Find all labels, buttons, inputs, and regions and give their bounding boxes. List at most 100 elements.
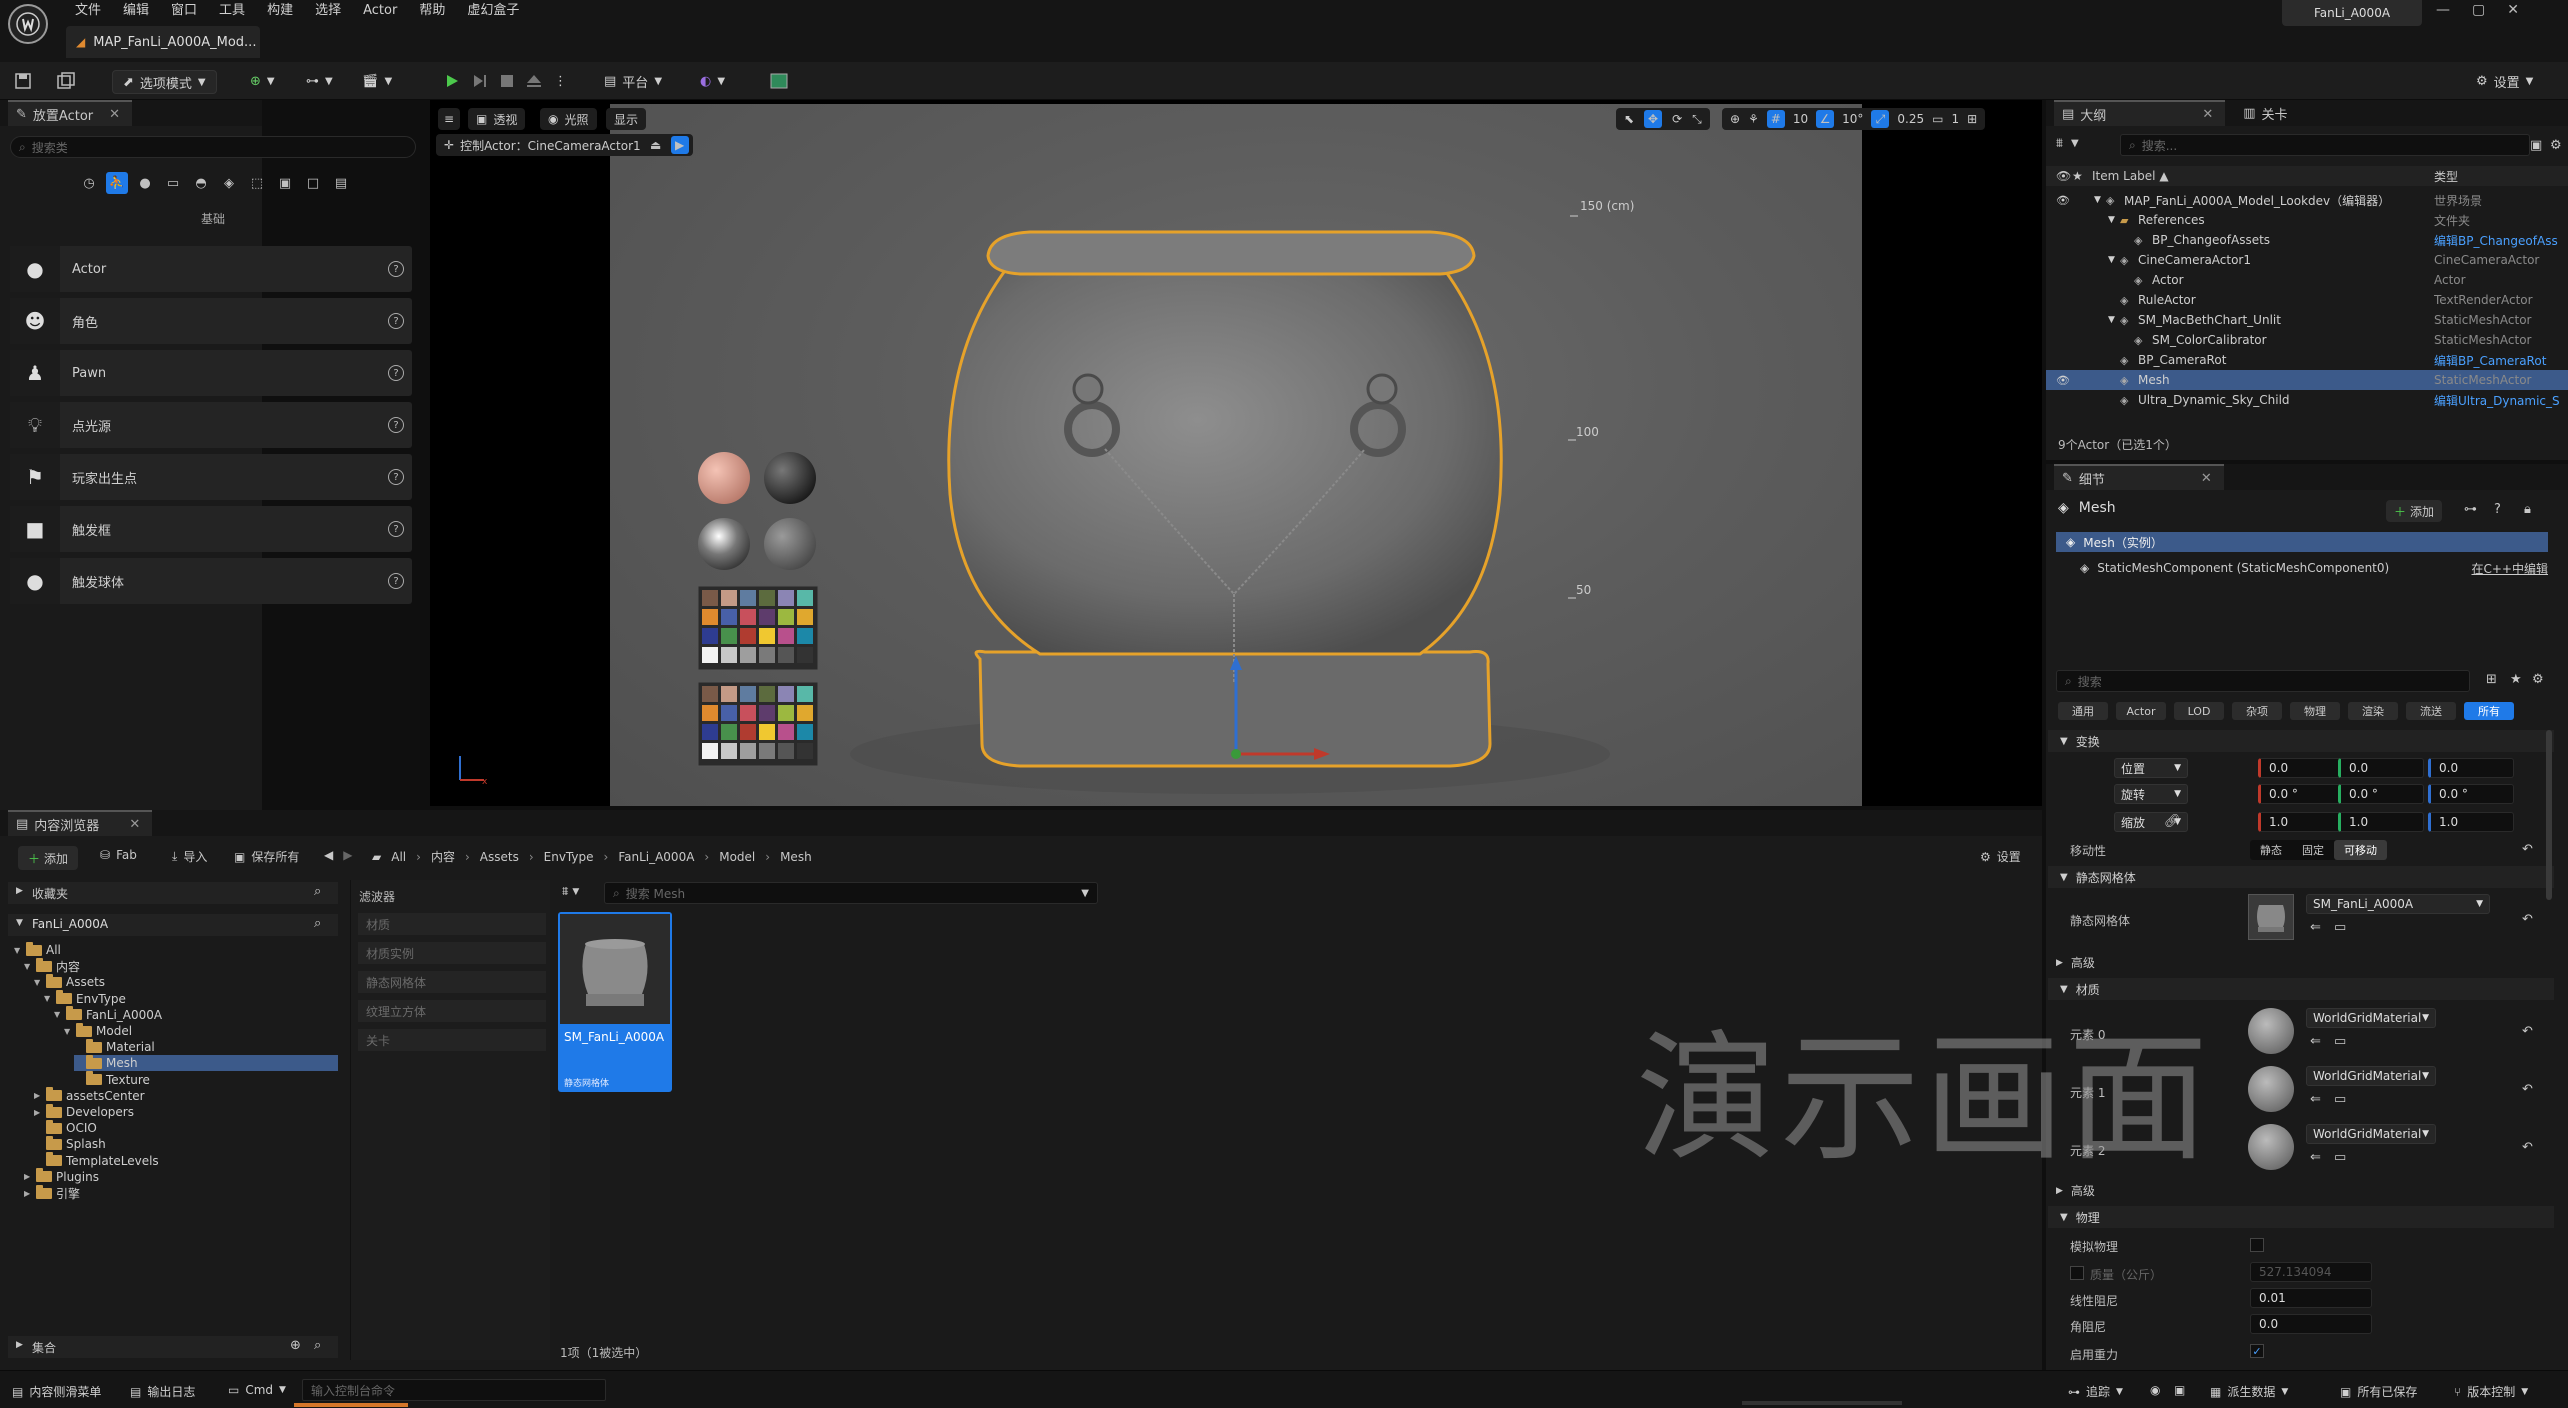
settings-button[interactable]: ⚙ 设置 ▼: [2476, 70, 2533, 92]
breadcrumb-item[interactable]: Assets: [480, 850, 519, 864]
reset-icon[interactable]: ↶: [2522, 1082, 2533, 1097]
menu-actor[interactable]: Actor: [352, 0, 408, 22]
outliner-row[interactable]: ▼ ◈ CineCameraActor1 CineCameraActor: [2046, 250, 2568, 270]
add-content-button[interactable]: ⊕ ▼: [250, 70, 275, 92]
help-icon[interactable]: ?: [388, 573, 404, 589]
folder-tree-item[interactable]: ▼ Model: [64, 1022, 132, 1039]
layout-icon[interactable]: ⊞: [1967, 112, 1977, 126]
folder-tree-item[interactable]: ▼ Assets: [34, 973, 105, 990]
reset-icon[interactable]: ↶: [2522, 842, 2533, 857]
menu-build[interactable]: 构建: [256, 0, 304, 22]
outliner-row[interactable]: ◈ BP_CameraRot 编辑BP_CameraRot: [2046, 350, 2568, 370]
help-icon[interactable]: ?: [388, 365, 404, 381]
platform-button[interactable]: ▤ 平台 ▼: [604, 70, 662, 92]
folder-tree-item[interactable]: Splash: [34, 1135, 106, 1152]
content-filter-item[interactable]: 纹理立方体: [358, 1000, 546, 1022]
actor-item[interactable]: ☻ 角色?: [10, 298, 412, 344]
save-all-button[interactable]: ▣ 保存所有: [234, 848, 299, 865]
camera-icon[interactable]: ▣: [2174, 1383, 2185, 1397]
use-selected-icon[interactable]: ⇐: [2310, 1034, 2321, 1049]
basic-category-icon[interactable]: ⛹: [106, 172, 128, 194]
outliner-row[interactable]: ◈ RuleActor TextRenderActor: [2046, 290, 2568, 310]
shapes-category-icon[interactable]: □: [302, 172, 324, 194]
perspective-button[interactable]: ▣ 透视: [468, 108, 526, 130]
help-icon[interactable]: ?: [2494, 502, 2501, 517]
reset-icon[interactable]: ↶: [2522, 1024, 2533, 1039]
viewport-menu-button[interactable]: ≡: [438, 108, 460, 130]
details-filter-tab[interactable]: 通用: [2058, 702, 2108, 720]
world-local-icon[interactable]: ⊕: [1730, 112, 1740, 126]
grid-snap-value[interactable]: 10: [1793, 112, 1808, 126]
breadcrumb-item[interactable]: All: [391, 850, 406, 864]
scale-snap-icon[interactable]: ⤢: [1871, 110, 1890, 128]
bottom-scrollbar[interactable]: [1742, 1401, 1902, 1405]
place-actor-tab[interactable]: ✎ 放置Actor ✕: [8, 100, 133, 126]
folder-tree-item[interactable]: Texture: [74, 1071, 150, 1088]
folder-tree-item[interactable]: ▶ 引擎: [24, 1184, 80, 1201]
favorites-header[interactable]: ▶ 收藏夹 ⌕: [8, 882, 338, 904]
details-filter-tab[interactable]: 物理: [2290, 702, 2340, 720]
actor-item[interactable]: ■ 触发框?: [10, 506, 412, 552]
actor-item[interactable]: ⚑ 玩家出生点?: [10, 454, 412, 500]
recent-icon[interactable]: ◷: [78, 172, 100, 194]
details-filter-tab[interactable]: Actor: [2116, 702, 2166, 720]
plugin-button[interactable]: ◐ ▼: [700, 70, 725, 92]
rotate-tool-icon[interactable]: ⟳: [1672, 112, 1682, 126]
save-level-icon[interactable]: [14, 70, 32, 92]
reset-icon[interactable]: ↶: [2522, 1140, 2533, 1155]
actor-item[interactable]: ● 触发球体?: [10, 558, 412, 604]
cinematic-category-icon[interactable]: ▭: [162, 172, 184, 194]
play-options-icon[interactable]: ⋮: [554, 70, 567, 92]
content-filter-item[interactable]: 关卡: [358, 1029, 546, 1051]
linear-damping-field[interactable]: 0.01: [2250, 1288, 2372, 1308]
close-icon[interactable]: ✕: [109, 107, 120, 122]
use-selected-icon[interactable]: ⇐: [2310, 1092, 2321, 1107]
chevron-down-icon[interactable]: ▼: [64, 1027, 72, 1036]
scale-snap-value[interactable]: 0.25: [1897, 112, 1924, 126]
material-thumbnail[interactable]: [2248, 1124, 2294, 1170]
lights-category-icon[interactable]: ●: [134, 172, 156, 194]
material-picker[interactable]: WorldGridMaterial ▼: [2306, 1066, 2436, 1086]
visibility-eye-icon[interactable]: 👁︎: [2056, 194, 2070, 207]
details-filter-tab[interactable]: 杂项: [2232, 702, 2282, 720]
breadcrumb-item[interactable]: EnvType: [544, 850, 594, 864]
menu-tools[interactable]: 工具: [208, 0, 256, 22]
actor-item[interactable]: 💡︎ 点光源?: [10, 402, 412, 448]
maximize-icon[interactable]: ▢: [2472, 2, 2485, 18]
content-browser-tab[interactable]: ▤ 内容浏览器 ✕: [8, 810, 153, 836]
outliner-row[interactable]: 👁︎ ▼ ◈ MAP_FanLi_A000A_Model_Lookdev（编辑器） 世界…: [2046, 190, 2568, 210]
record-icon[interactable]: ◉: [2150, 1383, 2160, 1397]
material-picker[interactable]: WorldGridMaterial ▼: [2306, 1008, 2436, 1028]
breadcrumb-item[interactable]: Model: [719, 850, 755, 864]
actor-item[interactable]: ♟ Pawn?: [10, 350, 412, 396]
rotation-x-field[interactable]: 0.0 °: [2258, 784, 2344, 804]
use-selected-icon[interactable]: ⇐: [2310, 1150, 2321, 1165]
content-filter-item[interactable]: 静态网格体: [358, 971, 546, 993]
location-z-field[interactable]: 0.0: [2428, 758, 2514, 778]
menu-edit[interactable]: 编辑: [112, 0, 160, 22]
chevron-down-icon[interactable]: ▼: [44, 994, 52, 1003]
menu-window[interactable]: 窗口: [160, 0, 208, 22]
custom-category-icon[interactable]: ▤: [330, 172, 352, 194]
stop-button[interactable]: [500, 70, 514, 92]
select-tool-icon[interactable]: ⬉: [1624, 112, 1634, 126]
show-button[interactable]: 显示: [606, 108, 647, 130]
camera-speed-value[interactable]: 1: [1951, 112, 1959, 126]
image-tool-icon[interactable]: [770, 70, 788, 92]
folder-tree-item[interactable]: Mesh: [74, 1054, 338, 1072]
add-actor-icon[interactable]: ▣: [2530, 138, 2542, 153]
outliner-row[interactable]: ◈ SM_ColorCalibrator StaticMeshActor: [2046, 330, 2568, 350]
details-tab[interactable]: ✎ 细节 ✕: [2054, 464, 2224, 490]
help-icon[interactable]: ?: [388, 521, 404, 537]
physics-section[interactable]: ▼ 物理: [2048, 1206, 2554, 1228]
breadcrumb-item[interactable]: 内容: [431, 848, 455, 865]
minimize-icon[interactable]: —: [2436, 2, 2450, 18]
outliner-row-type[interactable]: 编辑BP_ChangeofAss: [2434, 232, 2560, 249]
edit-cpp-link[interactable]: 在C++中编辑: [2472, 560, 2549, 577]
lock-scale-icon[interactable]: 🔗︎: [2164, 814, 2181, 829]
help-icon[interactable]: ?: [388, 261, 404, 277]
static-mesh-advanced[interactable]: ▶ 高级: [2056, 954, 2095, 971]
menu-file[interactable]: 文件: [64, 0, 112, 22]
visual-effects-category-icon[interactable]: ◓: [190, 172, 212, 194]
cmd-dropdown[interactable]: ▭ Cmd ▼: [228, 1383, 286, 1397]
